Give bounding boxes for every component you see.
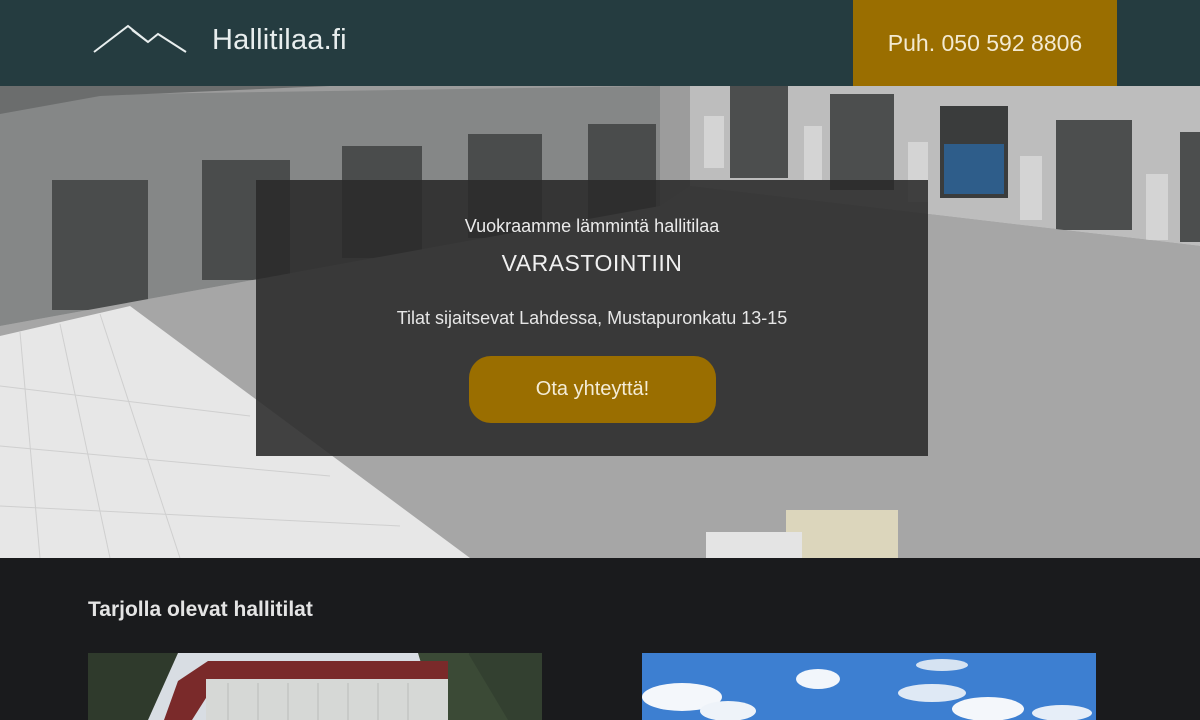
- phone-button[interactable]: Puh. 050 592 8806: [853, 0, 1117, 86]
- site-brand-link[interactable]: Hallitilaa.fi: [212, 24, 347, 57]
- hero-subtitle: Vuokraamme lämmintä hallitilaa: [464, 216, 720, 236]
- hero-location: Tilat sijaitsevat Lahdessa, Mustapuronka…: [396, 308, 788, 328]
- hero-title: VARASTOINTIIN: [501, 250, 683, 276]
- listing-photo: [642, 653, 1096, 720]
- site-header: Hallitilaa.fi Puh. 050 592 8806: [0, 0, 1200, 86]
- mountains-icon[interactable]: [92, 22, 188, 56]
- listing-photo: [88, 653, 542, 720]
- listing-card[interactable]: [88, 653, 542, 720]
- listings-title: Tarjolla olevat hallitilat: [88, 598, 313, 621]
- listing-card[interactable]: [642, 653, 1096, 720]
- contact-button[interactable]: Ota yhteyttä!: [469, 356, 716, 423]
- listings-section: Tarjolla olevat hallitilat: [0, 558, 1200, 720]
- hero-section: Vuokraamme lämmintä hallitilaa VARASTOIN…: [0, 86, 1200, 558]
- hero-info-box: Vuokraamme lämmintä hallitilaa VARASTOIN…: [256, 180, 928, 456]
